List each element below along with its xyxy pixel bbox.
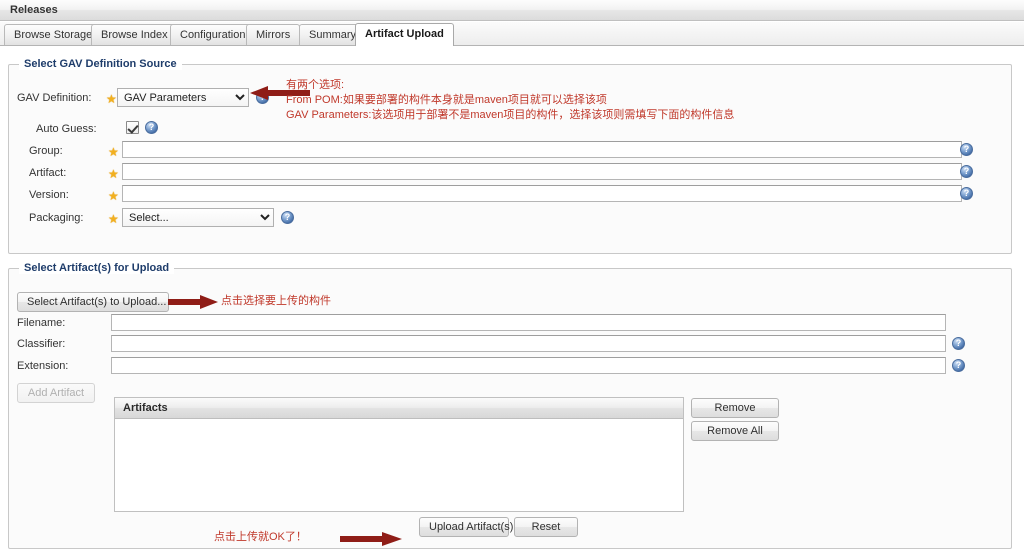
artifacts-grid-header-label: Artifacts: [123, 402, 168, 414]
upload-fieldset-legend: Select Artifact(s) for Upload: [19, 262, 175, 274]
gav-annotation-line3: GAV Parameters:该选项用于部署不是maven项目的构件，选择该项则…: [286, 109, 735, 121]
artifact-label: Artifact:: [29, 167, 67, 179]
tab-browse-index[interactable]: Browse Index: [91, 24, 178, 45]
filename-label: Filename:: [17, 317, 66, 329]
tab-strip: Browse Storage Browse Index Configuratio…: [0, 22, 1024, 46]
version-label: Version:: [29, 189, 69, 201]
classifier-input[interactable]: [111, 335, 946, 352]
artifact-upload-page: Releases Browse Storage Browse Index Con…: [0, 0, 1024, 557]
gav-definition-select[interactable]: GAV Parameters: [117, 88, 249, 107]
gav-definition-label: GAV Definition:: [17, 92, 92, 104]
classifier-help-icon[interactable]: [952, 337, 965, 350]
artifacts-grid-header: Artifacts: [115, 398, 683, 419]
group-required-star: [108, 148, 117, 157]
auto-guess-checkbox[interactable]: [126, 121, 139, 134]
extension-help-icon[interactable]: [952, 359, 965, 372]
artifact-upload-fieldset: Select Artifact(s) for Upload Select Art…: [8, 262, 1012, 549]
add-artifact-button[interactable]: Add Artifact: [17, 383, 95, 403]
packaging-select[interactable]: Select...: [122, 208, 274, 227]
tab-artifact-upload[interactable]: Artifact Upload: [355, 23, 454, 46]
upload-artifacts-button[interactable]: Upload Artifact(s): [419, 517, 513, 537]
auto-guess-help-icon[interactable]: [145, 121, 158, 134]
auto-guess-label: Auto Guess:: [36, 123, 97, 135]
classifier-label: Classifier:: [17, 338, 66, 350]
tab-mirrors[interactable]: Mirrors: [246, 24, 301, 45]
select-artifact-annotation-arrow: [168, 295, 218, 309]
reset-button[interactable]: Reset: [514, 517, 578, 537]
remove-button[interactable]: Remove: [691, 398, 779, 418]
version-input[interactable]: [122, 185, 962, 202]
version-required-star: [108, 192, 117, 201]
extension-input[interactable]: [111, 357, 946, 374]
packaging-required-star: [108, 215, 117, 224]
upload-annotation-arrow: [340, 532, 402, 546]
filename-input[interactable]: [111, 314, 946, 331]
packaging-help-icon[interactable]: [281, 211, 294, 224]
artifacts-grid-body[interactable]: [115, 420, 683, 511]
group-input[interactable]: [122, 141, 962, 158]
gav-annotation-line1: 有两个选项:: [286, 79, 345, 91]
upload-annotation: 点击上传就OK了！: [214, 531, 307, 543]
packaging-label: Packaging:: [29, 212, 84, 224]
tab-browse-storage[interactable]: Browse Storage: [4, 24, 103, 45]
content-area: Select GAV Definition Source GAV Definit…: [0, 46, 1024, 557]
remove-all-button[interactable]: Remove All: [691, 421, 779, 441]
gav-annotation-line2: From POM:如果要部署的构件本身就是maven项目就可以选择该项: [286, 94, 607, 106]
version-help-icon[interactable]: [960, 187, 973, 200]
gav-definition-required-star: [106, 95, 115, 104]
artifact-help-icon[interactable]: [960, 165, 973, 178]
artifact-required-star: [108, 170, 117, 179]
page-title: Releases: [10, 4, 58, 16]
gav-fieldset-legend: Select GAV Definition Source: [19, 58, 182, 70]
select-artifacts-button[interactable]: Select Artifact(s) to Upload...: [17, 292, 169, 312]
select-artifact-annotation: 点击选择要上传的构件: [221, 295, 331, 307]
group-help-icon[interactable]: [960, 143, 973, 156]
tab-configuration[interactable]: Configuration: [170, 24, 256, 45]
extension-label: Extension:: [17, 360, 69, 372]
artifacts-grid: Artifacts: [114, 397, 684, 512]
artifact-input[interactable]: [122, 163, 962, 180]
group-label: Group:: [29, 145, 63, 157]
window-titlebar: Releases: [0, 0, 1024, 21]
